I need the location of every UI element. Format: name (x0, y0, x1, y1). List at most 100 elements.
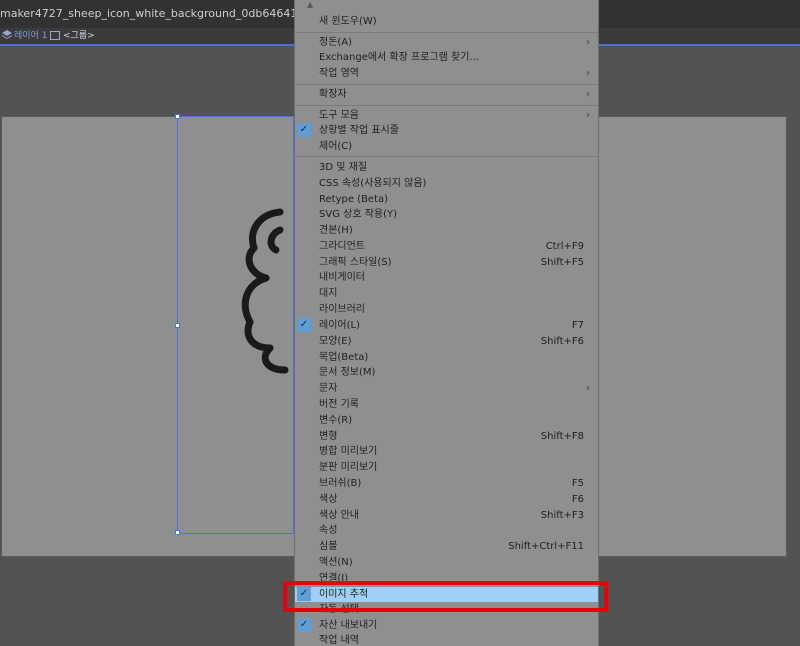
menu-item-label: 분판 미리보기 (319, 462, 378, 473)
menu-item-shortcut: Shift+F8 (540, 431, 584, 442)
menu-item[interactable]: 분판 미리보기 (295, 460, 598, 475)
menu-item[interactable]: 색상 F6 (295, 492, 598, 507)
chevron-right-icon: › (586, 110, 590, 121)
menu-item[interactable]: 문자 › (295, 381, 598, 396)
chevron-right-icon: › (586, 89, 590, 100)
menu-item[interactable]: ✓ 자산 내보내기 (295, 618, 598, 633)
menu-item-label: 액션(N) (319, 557, 353, 568)
menu-separator (295, 32, 598, 33)
layers-icon (2, 30, 12, 39)
menu-item-label: 확장자 (319, 89, 347, 100)
menu-item-label: 속성 (319, 525, 338, 536)
menu-item[interactable]: 그라디언트 Ctrl+F9 (295, 239, 598, 254)
menu-item[interactable]: 모양(E) Shift+F6 (295, 334, 598, 349)
menu-item[interactable]: 작업 영역 › (295, 66, 598, 81)
menu-item[interactable]: 내비게이터 (295, 270, 598, 285)
menu-separator (295, 84, 598, 85)
group-icon (50, 31, 60, 40)
menu-item-label: Exchange에서 확장 프로그램 찾기... (319, 52, 479, 63)
menu-item[interactable]: 브러쉬(B) F5 (295, 476, 598, 491)
selection-handle[interactable] (175, 114, 180, 119)
menu-item-label: 색상 (319, 494, 338, 505)
menu-scroll-up-arrow[interactable]: ▲ (295, 0, 598, 10)
menu-item-label: 병합 미리보기 (319, 446, 378, 457)
menu-item-shortcut: Shift+F5 (540, 257, 584, 268)
menu-item-label: 버전 기록 (319, 399, 359, 410)
menu-item-label: 상황별 작업 표시줄 (319, 125, 399, 136)
menu-item-label: 정돈(A) (319, 37, 353, 48)
menu-item[interactable]: Exchange에서 확장 프로그램 찾기... (295, 50, 598, 65)
menu-item[interactable]: ✓ 상황별 작업 표시줄 (295, 123, 598, 138)
selection-handle[interactable] (175, 323, 180, 328)
menu-item-label: 3D 및 재질 (319, 162, 368, 173)
checkmark-icon: ✓ (297, 123, 311, 137)
menu-item[interactable]: 확장자 › (295, 87, 598, 102)
menu-item[interactable]: 견본(H) (295, 223, 598, 238)
menu-item-label: 레이어(L) (319, 320, 360, 331)
menu-item-label: 목업(Beta) (319, 352, 369, 363)
menu-item[interactable]: 병합 미리보기 (295, 444, 598, 459)
menu-item[interactable]: Retype (Beta) (295, 192, 598, 207)
menu-item-label: 색상 안내 (319, 510, 359, 521)
menu-item[interactable]: 대지 (295, 286, 598, 301)
menu-item-label: 작업 내역 (319, 635, 359, 646)
menu-item-label: 제어(C) (319, 141, 353, 152)
menu-item[interactable]: 문서 정보(M) (295, 365, 598, 380)
chevron-right-icon: › (586, 68, 590, 79)
chevron-right-icon: › (586, 383, 590, 394)
menu-item-label: 심볼 (319, 541, 338, 552)
breadcrumb-group[interactable]: <그룹> (63, 28, 95, 44)
menu-item-label: CSS 속성(사용되지 않음) (319, 178, 427, 189)
menu-item[interactable]: 제어(C) (295, 139, 598, 154)
menu-item-shortcut: Shift+F6 (540, 336, 584, 347)
menu-item-shortcut: Shift+F3 (540, 510, 584, 521)
menu-item[interactable]: 도구 모음 › (295, 108, 598, 123)
menu-item-shortcut: F6 (571, 494, 584, 505)
menu-item[interactable]: 액션(N) (295, 555, 598, 570)
checkmark-icon: ✓ (297, 618, 311, 632)
selection-handle[interactable] (175, 530, 180, 535)
menu-item-label: 브러쉬(B) (319, 478, 362, 489)
menu-item[interactable]: 속성 (295, 523, 598, 538)
menu-item[interactable]: 변수(R) (295, 413, 598, 428)
menu-item-label: 그래픽 스타일(S) (319, 257, 392, 268)
menu-item-shortcut: F5 (571, 478, 584, 489)
menu-item[interactable]: 목업(Beta) (295, 350, 598, 365)
menu-item-shortcut: F7 (571, 320, 584, 331)
menu-item-label: 대지 (319, 288, 338, 299)
menu-item[interactable]: CSS 속성(사용되지 않음) (295, 176, 598, 191)
menu-item-shortcut: Ctrl+F9 (545, 241, 584, 252)
window-menu-dropdown: ▲ 새 윈도우(W) 정돈(A) › Exchange에서 확장 프로그램 찾기...… (294, 0, 599, 646)
breadcrumb-layer[interactable]: 레이어 1 (14, 28, 47, 44)
menu-item-label: 변수(R) (319, 415, 353, 426)
menu-item[interactable]: 변형 Shift+F8 (295, 429, 598, 444)
menu-separator (295, 156, 598, 157)
menu-item[interactable]: 정돈(A) › (295, 35, 598, 50)
menu-item[interactable]: 작업 내역 (295, 633, 598, 646)
selection-bounding-box[interactable] (175, 114, 294, 535)
menu-item-label: 도구 모음 (319, 110, 359, 121)
menu-item-label: 자산 내보내기 (319, 620, 378, 631)
menu-item-label: 작업 영역 (319, 68, 359, 79)
menu-item[interactable]: 버전 기록 (295, 397, 598, 412)
menu-item-label: 견본(H) (319, 225, 353, 236)
menu-item-label: 그라디언트 (319, 241, 365, 252)
menu-item-label: 새 윈도우(W) (319, 16, 377, 27)
menu-item[interactable]: 새 윈도우(W) (295, 14, 598, 29)
menu-item[interactable]: ✓ 레이어(L) F7 (295, 318, 598, 333)
checkmark-icon: ✓ (297, 318, 311, 332)
menu-item-label: 라이브러리 (319, 304, 365, 315)
menu-item[interactable]: 심볼 Shift+Ctrl+F11 (295, 539, 598, 554)
menu-item[interactable]: SVG 상호 작용(Y) (295, 207, 598, 222)
menu-item[interactable]: 라이브러리 (295, 302, 598, 317)
chevron-right-icon: › (586, 37, 590, 48)
menu-item-label: 문서 정보(M) (319, 367, 376, 378)
menu-item-label: SVG 상호 작용(Y) (319, 209, 398, 220)
menu-item[interactable]: 색상 안내 Shift+F3 (295, 508, 598, 523)
menu-item-label: 변형 (319, 431, 338, 442)
menu-separator (295, 105, 598, 106)
menu-item[interactable]: 그래픽 스타일(S) Shift+F5 (295, 255, 598, 270)
menu-item[interactable]: 3D 및 재질 (295, 160, 598, 175)
menu-item-label: 문자 (319, 383, 338, 394)
annotation-highlight-box (283, 581, 608, 612)
